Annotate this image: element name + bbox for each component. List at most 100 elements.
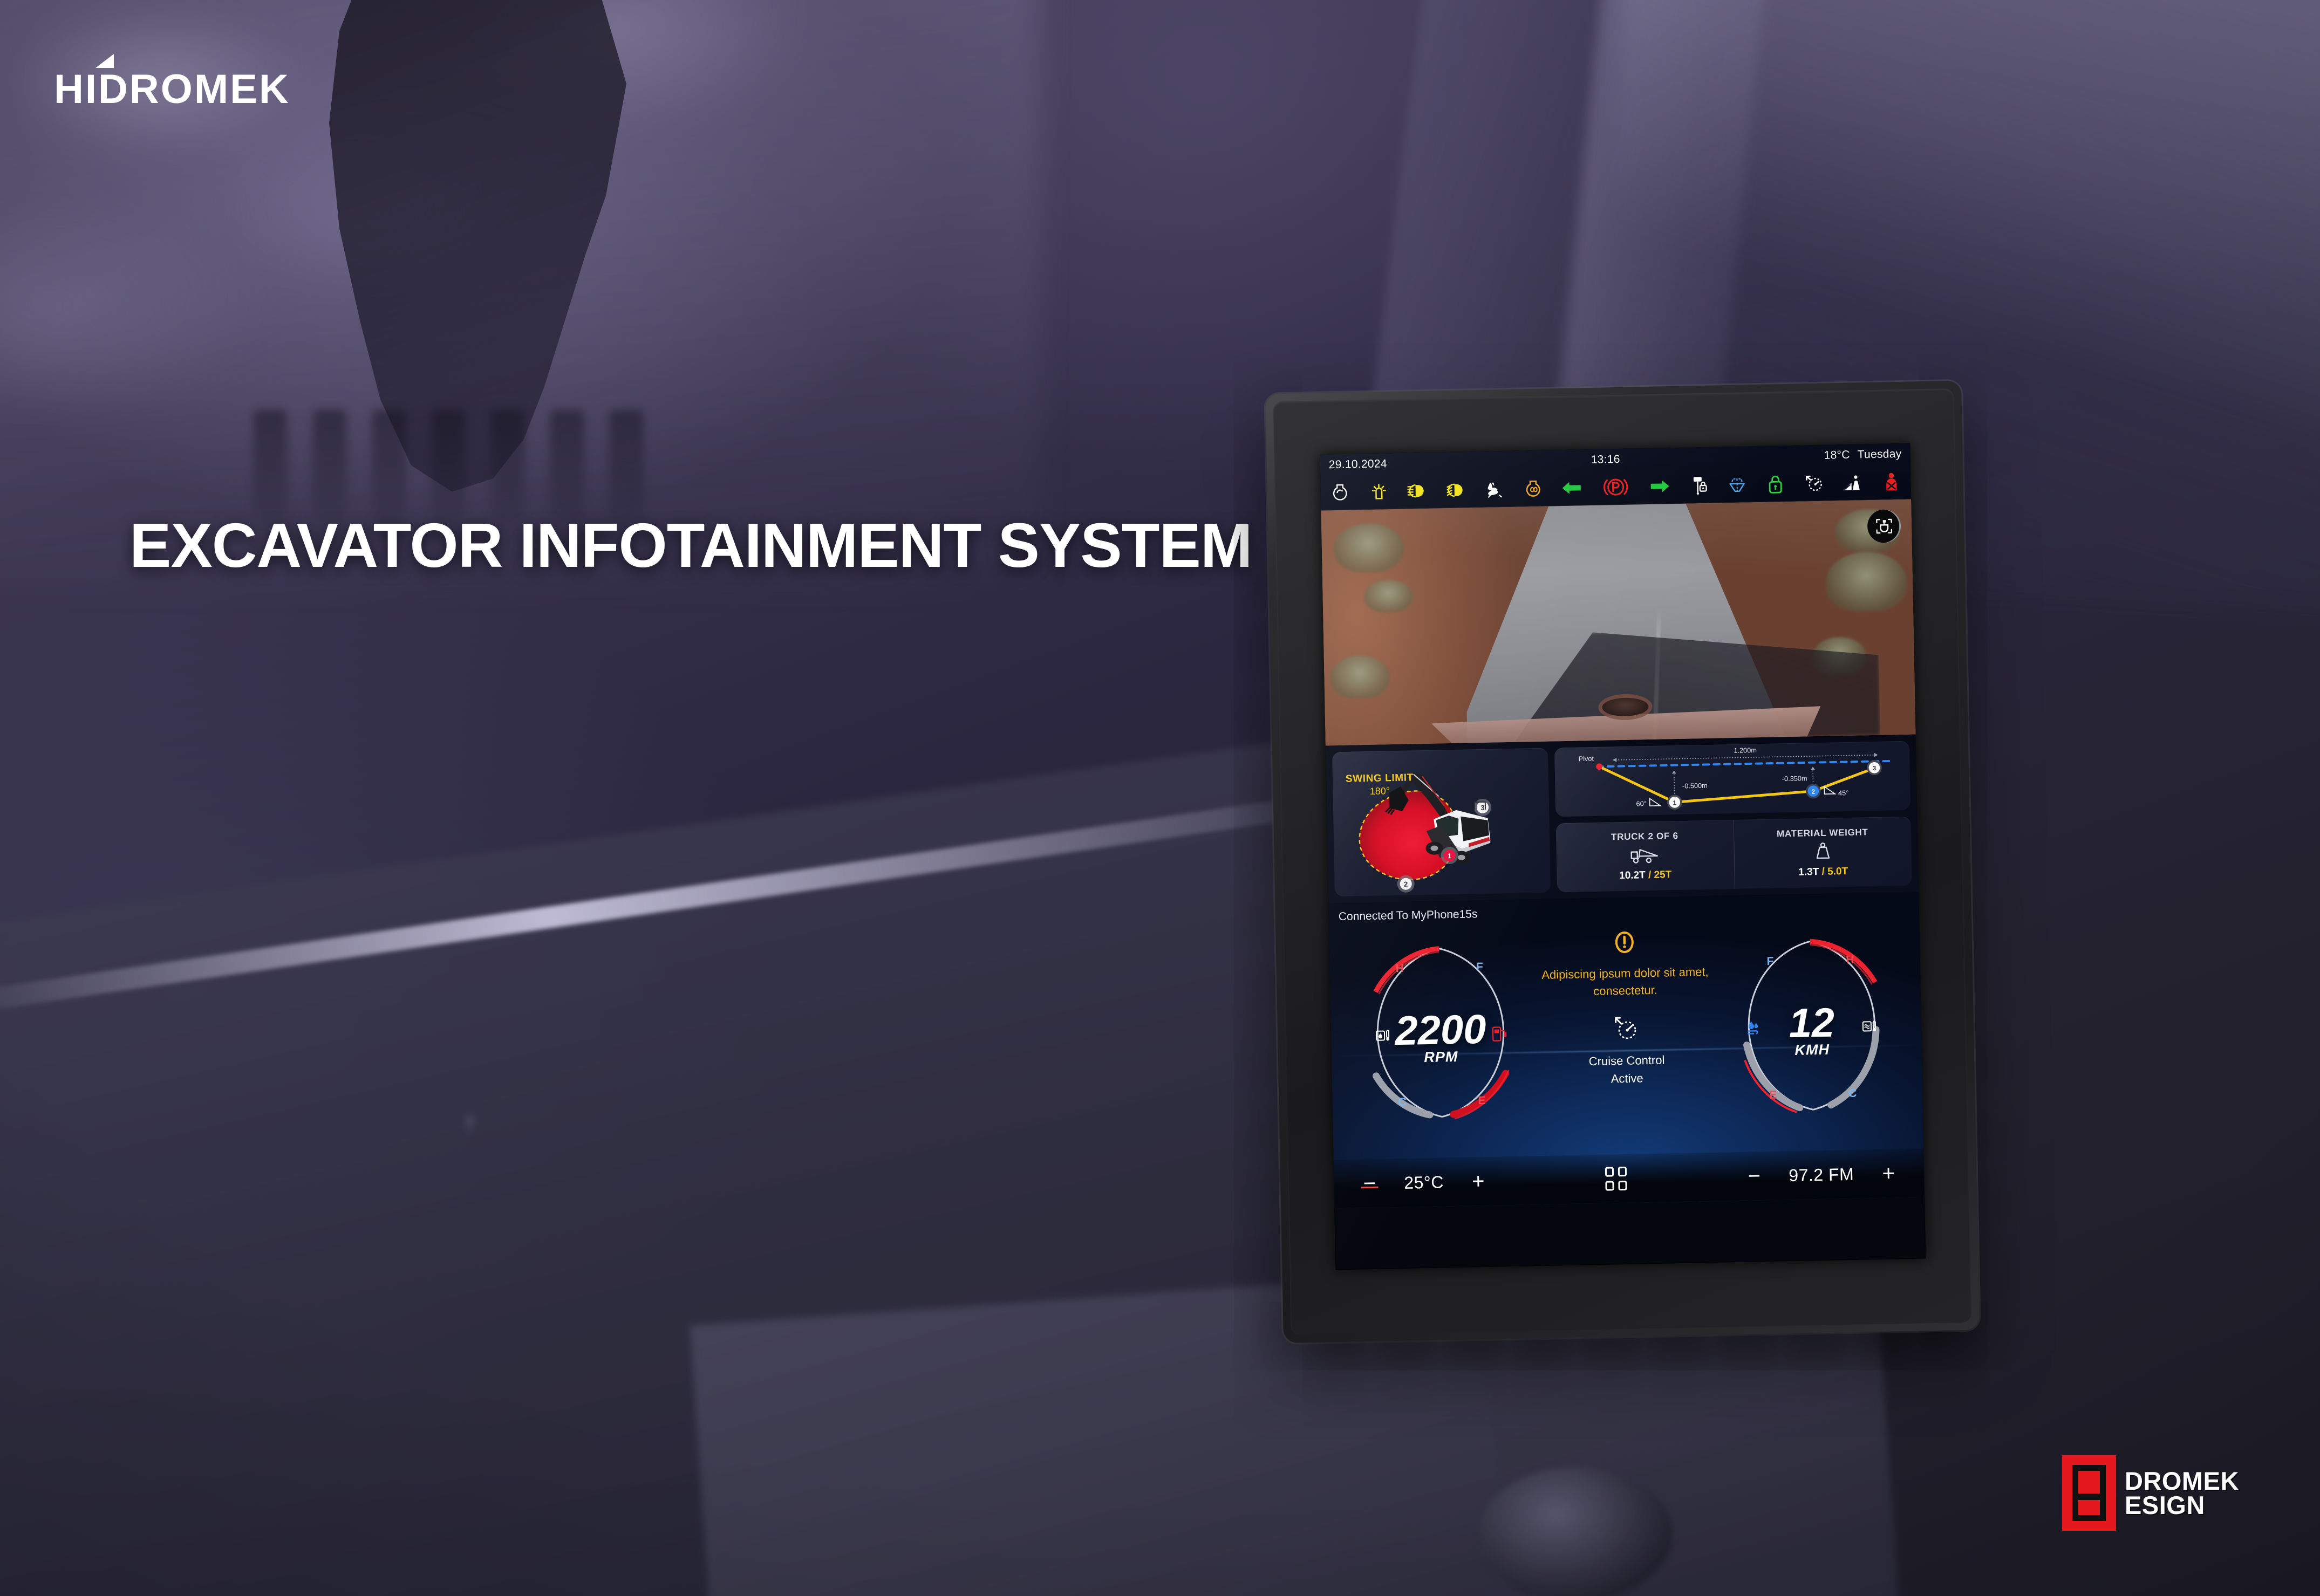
loads-card[interactable]: TRUCK 2 OF 6 10.2T / 25T MATERIAL WEIGHT… [1555, 816, 1912, 893]
temperature-increase-button[interactable]: + [1466, 1169, 1490, 1193]
bluetooth-status: Connected To MyPhone15s [1338, 908, 1478, 923]
swing-lock-icon [1328, 481, 1352, 505]
low-beam-icon [1405, 479, 1429, 503]
high-beam-icon [1444, 478, 1468, 502]
status-temperature: 18°C [1824, 448, 1850, 462]
weight-icon [1813, 841, 1833, 863]
temperature-decrease-button[interactable]: − [1357, 1172, 1382, 1195]
swing-limit-value: 180° [1369, 785, 1390, 797]
depth-value-1: -0.500m [1682, 782, 1708, 790]
hidromek-logo-text: HIDROMEK [54, 66, 290, 112]
rpm-value: 2200 [1394, 1006, 1487, 1054]
svg-text:2: 2 [1404, 880, 1408, 888]
instrument-cluster: Connected To MyPhone15s H F C E 2200 RPM… [1328, 892, 1925, 1209]
hidromek-logo: HIDROMEK [54, 54, 290, 113]
status-date: 29.10.2024 [1328, 457, 1388, 471]
truck-load-max: 25T [1654, 868, 1672, 881]
warning-triangle-icon [1612, 931, 1637, 957]
radio-decrease-button[interactable]: − [1742, 1164, 1766, 1188]
door-lock-icon [1763, 472, 1787, 496]
attachment-lock-icon [1686, 474, 1710, 498]
speed-mark-c: C [1848, 1087, 1857, 1100]
svg-text:2: 2 [1811, 789, 1815, 796]
background-scene [0, 0, 2320, 1596]
cluster-warning-text: Adipiscing ipsum dolor sit amet, consect… [1541, 964, 1709, 998]
speed-mark-e: E [1769, 1088, 1777, 1101]
beacon-light-icon [1367, 480, 1391, 504]
tablet-screen: 29.10.2024 13:16 18°C Tuesday SWING LIMI… [1320, 443, 1926, 1270]
hd-design-line1: DROMEK [2125, 1466, 2239, 1495]
radio-increase-button[interactable]: + [1877, 1161, 1901, 1185]
rear-camera-view[interactable] [1321, 499, 1916, 746]
depth-value-2: -0.350m [1782, 774, 1807, 783]
swing-limit-label: SWING LIMIT 180° [1346, 772, 1414, 797]
radio-value: 97.2 FM [1788, 1164, 1854, 1185]
temperature-value: 25°C [1403, 1172, 1444, 1193]
swing-marker-3: 3 [1474, 798, 1492, 816]
scene-vignette [0, 0, 2320, 1596]
material-weight-separator: / [1821, 866, 1825, 878]
svg-text:3: 3 [1873, 765, 1877, 772]
truck-load-title: TRUCK 2 OF 6 [1611, 830, 1678, 842]
material-weight-section: MATERIAL WEIGHT 1.3T / 5.0T [1733, 816, 1912, 889]
truck-load-current: 10.2T [1619, 869, 1646, 881]
depth-point-1: 1 [1667, 794, 1682, 810]
speed-limiter-icon [1802, 471, 1826, 496]
speed-unit: KMH [1794, 1042, 1830, 1059]
cluster-center-stack: Adipiscing ipsum dolor sit amet, consect… [1535, 928, 1716, 1089]
turn-right-icon[interactable] [1648, 474, 1672, 498]
svg-text:60°: 60° [1636, 799, 1647, 807]
radio-controls: − 97.2 FM + [1742, 1161, 1901, 1188]
seatbelt-icon [1879, 470, 1903, 494]
hd-design-line2: ESIGN [2125, 1491, 2205, 1519]
parking-brake-icon [1598, 475, 1633, 499]
cruise-control-line2: Active [1611, 1071, 1643, 1086]
glow-plug-icon [1521, 477, 1545, 501]
speed-mark-f: F [1766, 955, 1774, 968]
rpm-unit: RPM [1424, 1049, 1458, 1066]
page-title: EXCAVATOR INFOTAINMENT SYSTEM [129, 510, 1253, 580]
depth-profile-diagram: 1.200m Pivot -0.500m -0.350m 1 2 3 60° 4… [1578, 746, 1895, 810]
hd-monogram-icon [2062, 1455, 2116, 1531]
material-weight-max: 5.0T [1827, 865, 1848, 878]
rpm-gauge: H F C E 2200 RPM [1362, 940, 1519, 1126]
overload-warning-icon [1840, 470, 1865, 495]
truck-load-section: TRUCK 2 OF 6 10.2T / 25T [1556, 820, 1735, 892]
depth-profile-card[interactable]: 1.200m Pivot -0.500m -0.350m 1 2 3 60° 4… [1554, 741, 1911, 817]
apps-grid-icon[interactable] [1605, 1166, 1628, 1191]
rpm-mark-e: E [1478, 1094, 1486, 1107]
rpm-mark-c: C [1398, 1095, 1407, 1109]
depth-span-label: 1.200m [1734, 746, 1757, 755]
rpm-mark-f: F [1476, 960, 1483, 974]
depth-pivot-label: Pivot [1578, 755, 1594, 763]
cruise-control-icon [1537, 1012, 1715, 1047]
swing-limit-card[interactable]: SWING LIMIT 180° 3 2 1 [1332, 748, 1551, 897]
svg-text:1: 1 [1673, 799, 1676, 806]
depth-angle-1: 60° [1636, 797, 1662, 808]
hidromek-design-logo: DROMEK ESIGN [2062, 1455, 2239, 1531]
swing-limit-title: SWING LIMIT [1345, 772, 1414, 785]
washer-fluid-icon [1725, 472, 1749, 497]
bottom-control-bar: − 25°C + − 97.2 FM + [1333, 1148, 1925, 1209]
dump-truck-icon [1630, 845, 1660, 866]
svg-text:3: 3 [1480, 804, 1485, 812]
svg-text:1: 1 [1448, 852, 1452, 860]
material-weight-title: MATERIAL WEIGHT [1776, 826, 1868, 839]
swing-limit-diagram: 3 2 1 [1359, 773, 1492, 893]
rpm-mark-h: H [1395, 962, 1404, 975]
mid-panels: SWING LIMIT 180° 3 2 1 1.200m Pivot -0.5… [1325, 734, 1919, 903]
turn-left-icon[interactable] [1560, 476, 1584, 500]
material-weight-current: 1.3T [1798, 866, 1819, 878]
travel-speed-rabbit-icon [1483, 477, 1507, 502]
depth-angle-2: 45° [1824, 785, 1849, 797]
depth-point-2: 2 [1806, 783, 1821, 799]
speed-gauge: F H E C 12 KMH [1733, 933, 1891, 1119]
speed-value: 12 [1788, 999, 1835, 1047]
svg-text:45°: 45° [1838, 789, 1849, 797]
depth-point-3: 3 [1867, 760, 1882, 776]
infotainment-tablet: 29.10.2024 13:16 18°C Tuesday SWING LIMI… [1265, 380, 1980, 1344]
climate-controls: − 25°C + [1357, 1169, 1490, 1195]
truck-load-separator: / [1648, 869, 1652, 881]
status-weekday: Tuesday [1857, 447, 1902, 461]
speed-mark-h: H [1846, 953, 1854, 967]
